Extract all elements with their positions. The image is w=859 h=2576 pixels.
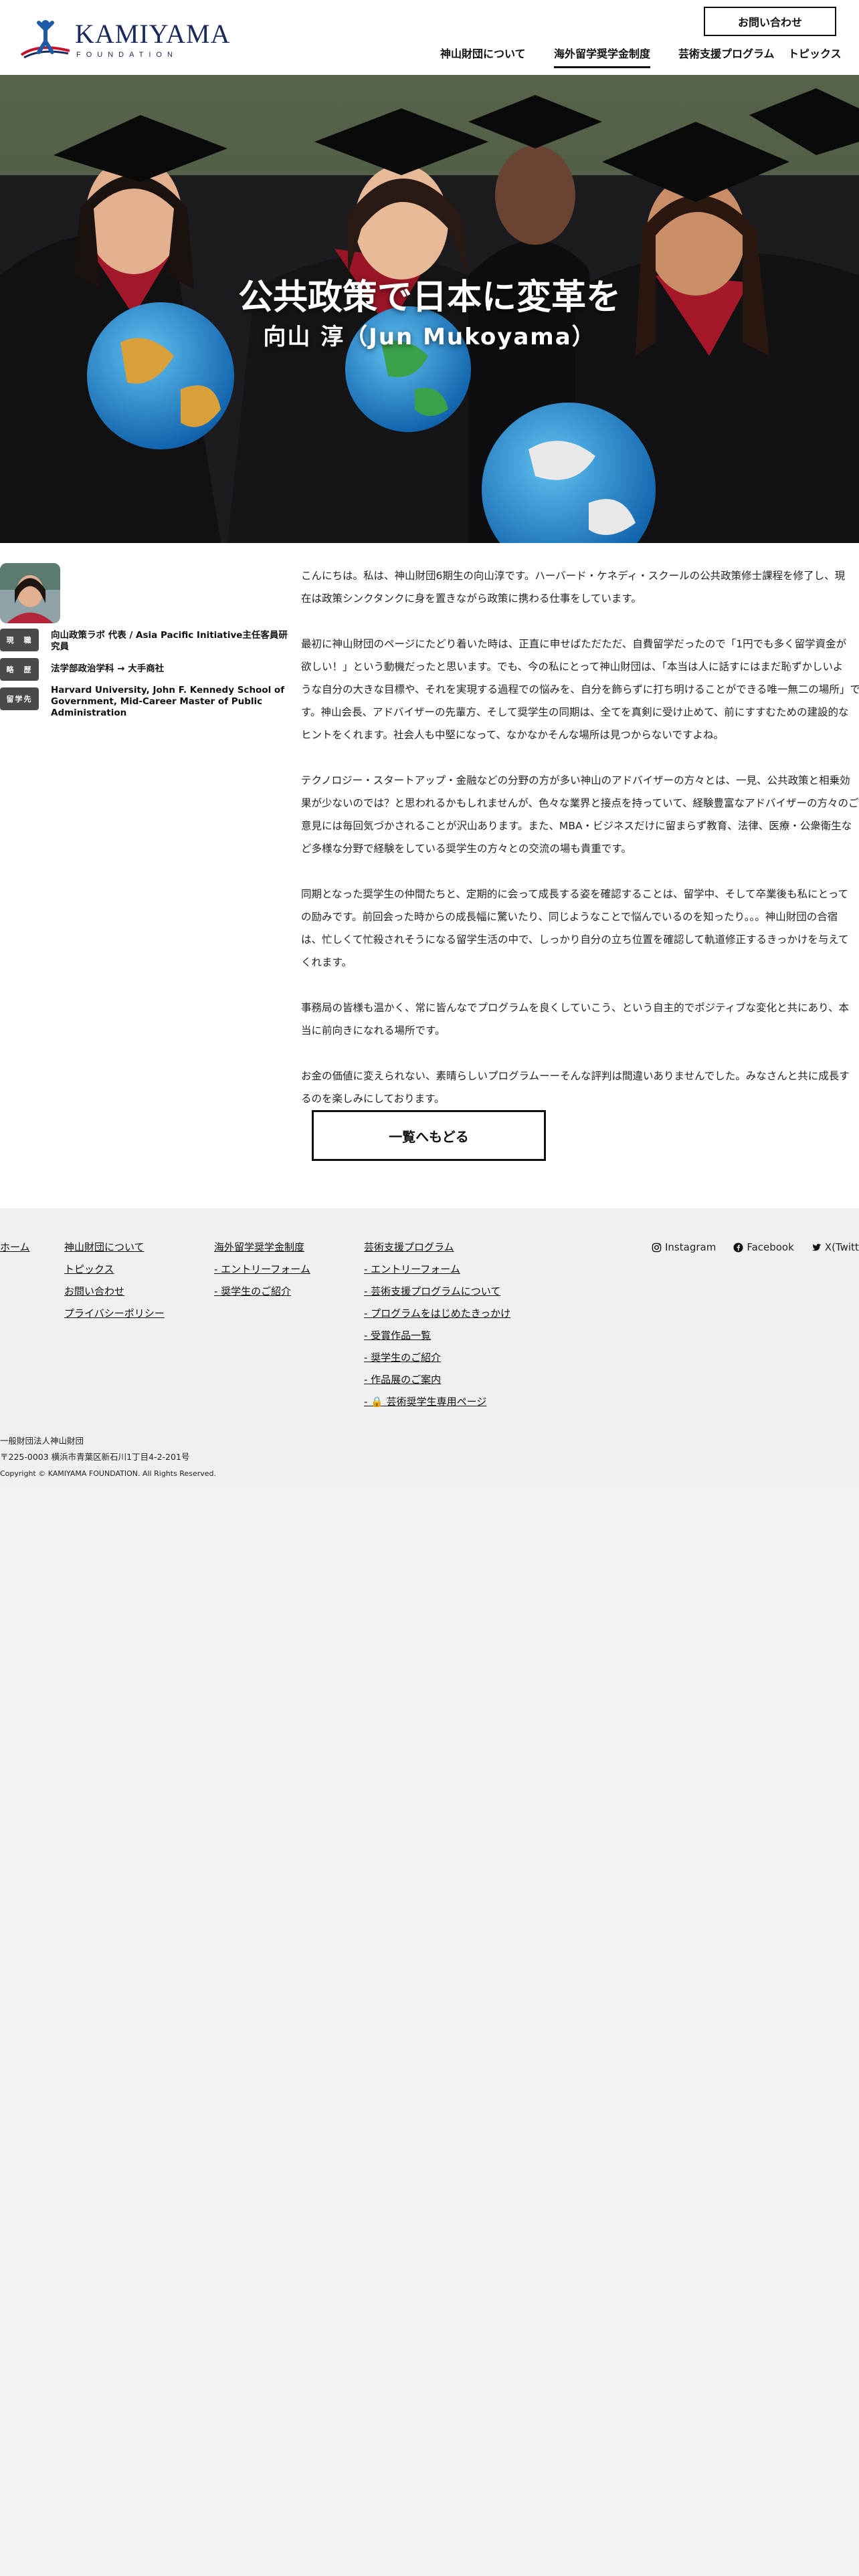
site-header: KAMIYAMA FOUNDATION お問い合わせ 神山財団について 海外留学… (0, 0, 859, 75)
instagram-link[interactable]: Instagram (652, 1237, 716, 1259)
footer-link-topics[interactable]: トピックス (64, 1259, 165, 1281)
article-paragraph: こんにちは。私は、神山財団6期生の向山淳です。ハーバード・ケネディ・スクールの公… (301, 570, 846, 605)
profile-row-position: 現 職 向山政策ラボ 代表 / Asia Pacific Initiative主… (0, 629, 294, 653)
profile-label: 略 歴 (0, 658, 39, 681)
page-background (0, 1488, 859, 2576)
footer-link-arts-students[interactable]: - 奨学生のご紹介 (364, 1347, 510, 1369)
logo-mark-icon (19, 17, 72, 62)
site-logo[interactable]: KAMIYAMA FOUNDATION (19, 17, 230, 62)
article-paragraph: お金の価値に変えられない、素晴らしいプログラムーーそんな評判は間違いありませんで… (301, 1070, 850, 1105)
article-paragraph: 事務局の皆様も温かく、常に皆んなでプログラムを良くしていこう、という自主的でポジ… (301, 1002, 850, 1037)
facebook-link[interactable]: Facebook (733, 1237, 794, 1259)
footer-link-scholarship-students[interactable]: - 奨学生のご紹介 (214, 1281, 310, 1303)
footer-col-home: ホーム (0, 1237, 30, 1259)
footer-link-arts-origin[interactable]: - プログラムをはじめたきっかけ (364, 1303, 510, 1325)
profile-value: 法学部政治学科 → 大手商社 (51, 663, 165, 674)
facebook-icon (733, 1243, 743, 1253)
profile-value: Harvard University, John F. Kennedy Scho… (51, 685, 285, 718)
footer-link-scholarship-entry[interactable]: - エントリーフォーム (214, 1259, 310, 1281)
footer-link-arts-entry[interactable]: - エントリーフォーム (364, 1259, 510, 1281)
footer-col-about: 神山財団について トピックス お問い合わせ プライバシーポリシー (64, 1237, 165, 1325)
profile-row-career: 略 歴 法学部政治学科 → 大手商社 (0, 658, 294, 681)
article-paragraph: 同期となった奨学生の仲間たちと、定期的に会って成長する姿を確認することは、留学中… (301, 888, 849, 968)
site-footer: ホーム 神山財団について トピックス お問い合わせ プライバシーポリシー 海外留… (0, 1208, 859, 1488)
logo-sub: FOUNDATION (76, 50, 178, 59)
article-paragraph: 最初に神山財団のページにたどり着いた時は、正直に申せばただただ、自費留学だったの… (301, 638, 859, 741)
instagram-icon (652, 1243, 662, 1253)
footer-link-privacy[interactable]: プライバシーポリシー (64, 1303, 165, 1325)
footer-address: 〒225-0003 横浜市青葉区新石川1丁目4-2-201号 (0, 1452, 190, 1462)
footer-link-scholarship[interactable]: 海外留学奨学金制度 (214, 1237, 310, 1259)
nav-item-arts[interactable]: 芸術支援プログラム (678, 44, 775, 64)
hero-title: 公共政策で日本に変革を (237, 278, 621, 318)
article-paragraph: テクノロジー・スタートアップ・金融などの分野の方が多い神山のアドバイザーの方々と… (301, 774, 859, 855)
footer-col-arts: 芸術支援プログラム - エントリーフォーム - 芸術支援プログラムについて - … (364, 1237, 510, 1413)
social-links: Instagram Facebook X(Twitter) (652, 1237, 859, 1259)
footer-org-info: 一般財団法人神山財団 〒225-0003 横浜市青葉区新石川1丁目4-2-201… (0, 1433, 189, 1465)
footer-link-arts-members[interactable]: - 🔒 芸術奨学生専用ページ (364, 1391, 510, 1413)
profile-label: 留学先 (0, 687, 39, 710)
footer-org-name: 一般財団法人神山財団 (0, 1436, 84, 1446)
hero-subtitle: 向山 淳（Jun Mukoyama） (263, 324, 596, 350)
nav-item-about[interactable]: 神山財団について (440, 44, 526, 64)
footer-link-about[interactable]: 神山財団について (64, 1237, 165, 1259)
twitter-icon (812, 1243, 821, 1251)
facebook-label: Facebook (747, 1241, 794, 1253)
article-section: 現 職 向山政策ラボ 代表 / Asia Pacific Initiative主… (0, 543, 859, 1208)
profile-label: 現 職 (0, 629, 39, 651)
twitter-label: X(Twitter) (824, 1241, 859, 1253)
footer-copyright: Copyright © KAMIYAMA FOUNDATION. All Rig… (0, 1469, 217, 1478)
hero-banner: 公共政策で日本に変革を 向山 淳（Jun Mukoyama） (0, 75, 859, 543)
back-to-list-button[interactable]: 一覧へもどる (312, 1110, 546, 1161)
nav-item-topics[interactable]: トピックス (788, 44, 842, 64)
footer-link-arts-exhibition[interactable]: - 作品展のご案内 (364, 1369, 510, 1391)
instagram-label: Instagram (665, 1241, 717, 1253)
footer-link-home[interactable]: ホーム (0, 1237, 30, 1259)
article-body: こんにちは。私は、神山財団6期生の向山淳です。ハーバード・ケネディ・スクールの公… (301, 564, 859, 1133)
contact-button[interactable]: お問い合わせ (704, 7, 836, 36)
footer-link-arts[interactable]: 芸術支援プログラム (364, 1237, 510, 1259)
nav-item-scholarship[interactable]: 海外留学奨学金制度 (554, 44, 651, 68)
x-twitter-link[interactable]: X(Twitter) (812, 1237, 859, 1259)
footer-link-arts-about[interactable]: - 芸術支援プログラムについて (364, 1281, 510, 1303)
footer-link-arts-awards[interactable]: - 受賞作品一覧 (364, 1325, 510, 1347)
profile-value: 向山政策ラボ 代表 / Asia Pacific Initiative主任客員研… (51, 630, 288, 652)
profile-avatar (0, 563, 60, 623)
profile-row-school: 留学先 Harvard University, John F. Kennedy … (0, 683, 294, 719)
logo-name: KAMIYAMA (75, 18, 231, 49)
footer-col-scholarship: 海外留学奨学金制度 - エントリーフォーム - 奨学生のご紹介 (214, 1237, 310, 1303)
footer-link-contact[interactable]: お問い合わせ (64, 1281, 165, 1303)
